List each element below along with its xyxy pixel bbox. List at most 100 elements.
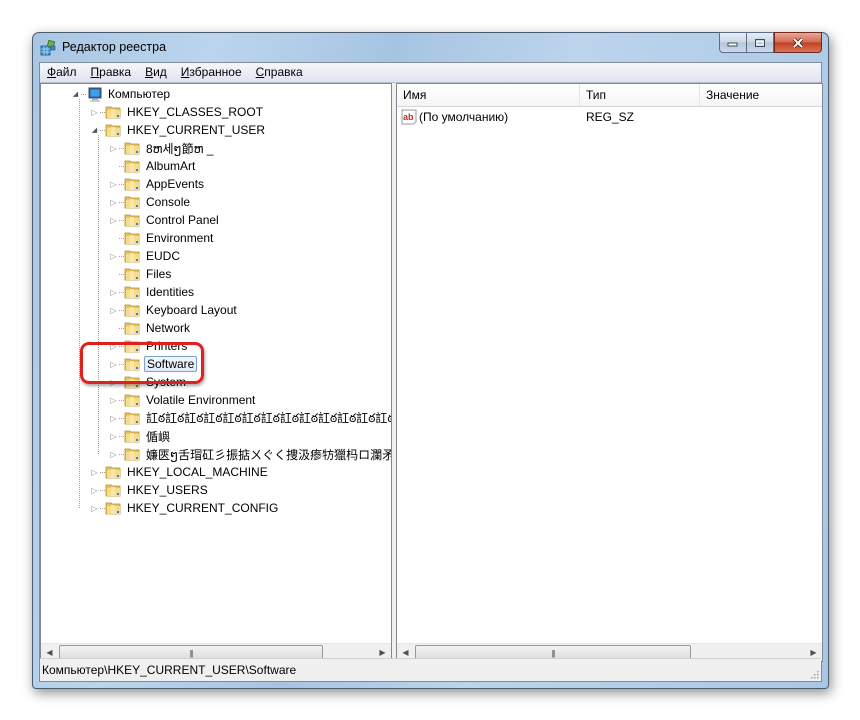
tree-node-label: 嬚匧󠁭ໆ舌瑁矼彡振掂ㄨぐく捜汲瘆牥獵杩ロ瀾矛千 bbox=[146, 447, 392, 462]
column-value[interactable]: Значение bbox=[700, 84, 822, 106]
resize-grip-icon[interactable] bbox=[809, 669, 819, 679]
tree-key[interactable]: ▷ Identities bbox=[109, 283, 196, 301]
tree-node-label: HKEY_USERS bbox=[127, 483, 208, 497]
expand-arrow-icon[interactable]: ▷ bbox=[90, 504, 99, 513]
tree-node-label: EUDC bbox=[146, 249, 181, 263]
tree-node-label: Компьютер bbox=[108, 87, 171, 101]
tree-key[interactable]: ▷ 訌ఠ訌ఠ訌ఠ訌ఠ訌ఠ訌ఠ訌ఠ訌ఠ訌ఠ訌ఠ訌ఠ訌ఠ訌ఠ莯 bbox=[109, 409, 391, 427]
expand-arrow-icon[interactable]: ▷ bbox=[109, 288, 118, 297]
column-name[interactable]: Имя bbox=[397, 84, 580, 106]
string-value-icon: ab bbox=[401, 109, 417, 125]
folder-icon bbox=[124, 195, 140, 209]
menu-view-label: Вид bbox=[145, 65, 167, 79]
expand-arrow-icon[interactable]: ▷ bbox=[90, 468, 99, 477]
value-type: REG_SZ bbox=[586, 110, 635, 124]
tree-node-label: HKEY_CLASSES_ROOT bbox=[127, 105, 264, 119]
collapse-arrow-icon[interactable]: ◢ bbox=[71, 90, 80, 99]
tree-node-label: Control Panel bbox=[146, 213, 219, 227]
maximize-icon bbox=[755, 38, 765, 47]
tree-guide-line bbox=[98, 135, 99, 454]
folder-icon bbox=[124, 213, 140, 227]
tree-key[interactable]: ▷ EUDC bbox=[109, 247, 182, 265]
menu-edit[interactable]: Правка bbox=[84, 63, 139, 82]
tree-node-label: AppEvents bbox=[146, 177, 205, 191]
status-bar: Компьютер\HKEY_CURRENT_USER\Software bbox=[40, 658, 821, 681]
menu-file[interactable]: Файл bbox=[40, 63, 84, 82]
expand-arrow-icon[interactable]: ▷ bbox=[109, 414, 118, 423]
menu-favorites[interactable]: Избранное bbox=[174, 63, 249, 82]
folder-icon bbox=[124, 249, 140, 263]
tree-key[interactable]: ▷ Console bbox=[109, 193, 192, 211]
tree-key[interactable]: Environment bbox=[109, 229, 215, 247]
tree-key[interactable]: ▷ 嬚匧󠁭ໆ舌瑁矼彡振掂ㄨぐく捜汲瘆牥獵杩ロ瀾矛千 bbox=[109, 445, 392, 463]
close-icon bbox=[792, 37, 804, 48]
tree-node-label: Console bbox=[146, 195, 191, 209]
folder-icon bbox=[124, 177, 140, 191]
folder-icon bbox=[124, 231, 140, 245]
expand-arrow-icon[interactable]: ▷ bbox=[109, 306, 118, 315]
no-expander bbox=[109, 162, 118, 171]
tree-key[interactable]: Network bbox=[109, 319, 192, 337]
folder-icon bbox=[124, 429, 140, 443]
collapse-arrow-icon[interactable]: ◢ bbox=[90, 126, 99, 135]
folder-icon bbox=[124, 285, 140, 299]
folder-icon bbox=[105, 483, 121, 497]
tree-node-label: 8ຫ세ໆ節ຫ _ bbox=[146, 141, 214, 156]
column-type[interactable]: Тип bbox=[580, 84, 700, 106]
expand-arrow-icon[interactable]: ▷ bbox=[109, 198, 118, 207]
expand-arrow-icon[interactable]: ▷ bbox=[109, 450, 118, 459]
folder-icon bbox=[124, 159, 140, 173]
expand-arrow-icon[interactable]: ▷ bbox=[109, 432, 118, 441]
values-header: Имя Тип Значение bbox=[397, 84, 822, 107]
tree-key[interactable]: ▷ Volatile Environment bbox=[109, 391, 257, 409]
folder-icon bbox=[105, 105, 121, 119]
tree-root-computer[interactable]: ◢ Компьютер bbox=[71, 85, 172, 103]
tree-guide-line bbox=[79, 99, 80, 508]
expand-arrow-icon[interactable]: ▷ bbox=[109, 252, 118, 261]
expand-arrow-icon[interactable]: ▷ bbox=[90, 108, 99, 117]
expand-arrow-icon[interactable]: ▷ bbox=[109, 396, 118, 405]
expand-arrow-icon[interactable]: ▷ bbox=[109, 216, 118, 225]
tree-hive-hkey-local-machine[interactable]: ▷ HKEY_LOCAL_MACHINE bbox=[90, 463, 270, 481]
tree-key[interactable]: ▷ Keyboard Layout bbox=[109, 301, 239, 319]
folder-icon bbox=[124, 303, 140, 317]
tree-node-label: Network bbox=[146, 321, 191, 335]
tree-key[interactable]: AlbumArt bbox=[109, 157, 197, 175]
title-bar[interactable]: Редактор реестра bbox=[33, 32, 828, 61]
folder-icon bbox=[124, 393, 140, 407]
tree-node-label: Keyboard Layout bbox=[146, 303, 237, 317]
menu-bar: Файл Правка Вид Избранное Справка bbox=[40, 63, 821, 83]
folder-icon bbox=[124, 141, 140, 155]
tree-node-label: AlbumArt bbox=[146, 159, 196, 173]
folder-icon bbox=[105, 465, 121, 479]
tree-key[interactable]: Files bbox=[109, 265, 173, 283]
folder-icon bbox=[124, 411, 140, 425]
expand-arrow-icon[interactable]: ▷ bbox=[109, 180, 118, 189]
tree-hive-hkey-classes-root[interactable]: ▷ HKEY_CLASSES_ROOT bbox=[90, 103, 265, 121]
tree-key[interactable]: ▷ AppEvents bbox=[109, 175, 206, 193]
menu-help[interactable]: Справка bbox=[249, 63, 310, 82]
expand-arrow-icon[interactable]: ▷ bbox=[109, 144, 118, 153]
folder-icon bbox=[105, 123, 121, 137]
tree-node-label: Environment bbox=[146, 231, 214, 245]
folder-icon bbox=[124, 447, 140, 461]
tree-hive-hkey-current-config[interactable]: ▷ HKEY_CURRENT_CONFIG bbox=[90, 499, 280, 517]
maximize-button[interactable] bbox=[746, 32, 774, 53]
tree-hive-hkey-users[interactable]: ▷ HKEY_USERS bbox=[90, 481, 210, 499]
expand-arrow-icon[interactable]: ▷ bbox=[90, 486, 99, 495]
folder-icon bbox=[124, 267, 140, 281]
tree-key[interactable]: ▷ Control Panel bbox=[109, 211, 221, 229]
menu-favorites-label: Избранное bbox=[180, 65, 242, 79]
tree-node-label: 偱嶼 bbox=[146, 429, 171, 444]
tree-key[interactable]: ▷ 偱嶼 bbox=[109, 427, 172, 445]
tree-node-label: HKEY_LOCAL_MACHINE bbox=[127, 465, 268, 479]
no-expander bbox=[109, 324, 118, 333]
minimize-button[interactable] bbox=[719, 32, 746, 53]
column-type-label: Тип bbox=[586, 88, 607, 102]
close-button[interactable] bbox=[774, 32, 822, 53]
menu-view[interactable]: Вид bbox=[138, 63, 174, 82]
tree-hive-hkey-current-user[interactable]: ◢ HKEY_CURRENT_USER bbox=[90, 121, 267, 139]
value-row[interactable]: ab (По умолчанию) REG_SZ bbox=[397, 108, 822, 126]
menu-edit-label: Правка bbox=[90, 65, 132, 79]
tree-key[interactable]: ▷ 8ຫ세ໆ節ຫ _ bbox=[109, 139, 215, 157]
